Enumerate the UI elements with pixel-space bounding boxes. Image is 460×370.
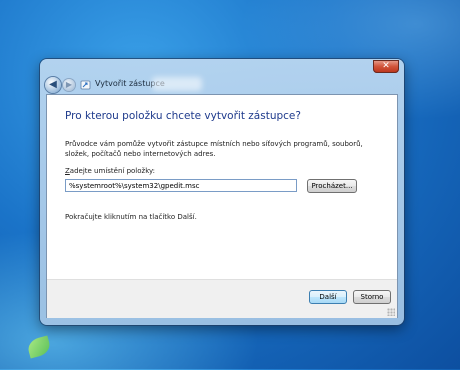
browse-button[interactable]: Procházet... <box>307 179 357 193</box>
close-icon[interactable]: ✕ <box>373 60 399 73</box>
shortcut-wizard-icon <box>80 80 91 90</box>
location-input[interactable] <box>65 179 297 192</box>
forward-arrow-icon: ▶ <box>63 79 75 91</box>
dialog-footer: Další Storno <box>47 279 397 318</box>
page-description: Průvodce vám pomůže vytvořit zástupce mí… <box>65 140 363 158</box>
next-button[interactable]: Další <box>309 290 347 304</box>
page-heading: Pro kterou položku chcete vytvořit zástu… <box>65 110 301 122</box>
title-bar-reflection <box>152 77 202 91</box>
title-bar[interactable]: ◀ ▶ Vytvořit zástupce ✕ <box>40 59 404 95</box>
continue-hint: Pokračujte kliknutím na tlačítko Další. <box>65 213 197 221</box>
location-label: Zadejte umístění položky: <box>65 167 155 175</box>
location-label-text: adejte umístění položky: <box>69 167 155 175</box>
resize-grip-icon[interactable] <box>387 308 395 316</box>
wizard-page: Pro kterou položku chcete vytvořit zástu… <box>47 95 397 318</box>
cancel-button[interactable]: Storno <box>353 290 391 304</box>
create-shortcut-dialog: ◀ ▶ Vytvořit zástupce ✕ Pro kterou polož… <box>40 59 404 325</box>
back-arrow-icon[interactable]: ◀ <box>45 77 61 93</box>
